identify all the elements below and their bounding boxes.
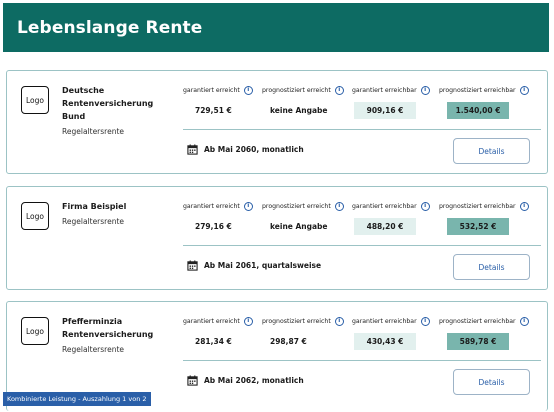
metric-label: prognostiziert erreicht: [262, 202, 331, 210]
metric-label: garantiert erreicht: [183, 86, 240, 94]
card-divider: [183, 360, 541, 361]
combined-benefit-badge: Kombinierte Leistung - Auszahlung 1 von …: [3, 392, 151, 406]
metric-value: keine Angabe: [270, 106, 328, 115]
metric-forecast-reachable: prognostiziert erreichbar i 589,78 €: [439, 314, 535, 350]
info-icon[interactable]: i: [519, 201, 529, 211]
info-icon[interactable]: i: [334, 201, 344, 211]
info-icon[interactable]: i: [420, 201, 430, 211]
page-header: Lebenslange Rente: [3, 3, 549, 52]
info-icon[interactable]: i: [420, 85, 430, 95]
payout-schedule: Ab Mai 2062, monatlich: [187, 375, 304, 386]
metric-label: garantiert erreichbar: [352, 86, 417, 94]
metric-forecast-reachable: prognostiziert erreichbar i 532,52 €: [439, 199, 535, 235]
calendar-icon: [187, 375, 198, 386]
metric-value: 1.540,00 €: [447, 102, 509, 119]
calendar-icon: [187, 144, 198, 155]
info-icon[interactable]: i: [519, 85, 529, 95]
pension-card: Logo Deutsche Rentenversicherung Bund Re…: [6, 70, 548, 174]
pension-type: Regelaltersrente: [62, 217, 125, 226]
provider-logo: Logo: [21, 202, 49, 230]
metric-label: prognostiziert erreichbar: [439, 317, 516, 325]
details-button[interactable]: Details: [453, 369, 530, 395]
info-icon[interactable]: i: [243, 85, 253, 95]
pension-card: Logo Firma Beispiel Regelaltersrente gar…: [6, 186, 548, 290]
schedule-text: Ab Mai 2062, monatlich: [204, 376, 304, 385]
metric-guaranteed-reachable: garantiert erreichbar i 430,43 €: [352, 314, 448, 350]
metric-value: 532,52 €: [447, 218, 509, 235]
metric-forecast-reached: prognostiziert erreicht i keine Angabe: [262, 199, 358, 235]
payout-schedule: Ab Mai 2061, quartalsweise: [187, 260, 321, 271]
metric-label: garantiert erreichbar: [352, 317, 417, 325]
metric-label: garantiert erreicht: [183, 317, 240, 325]
metric-label: prognostiziert erreicht: [262, 86, 331, 94]
metric-value: 589,78 €: [447, 333, 509, 350]
pension-type: Regelaltersrente: [62, 345, 125, 354]
calendar-icon: [187, 260, 198, 271]
payout-schedule: Ab Mai 2060, monatlich: [187, 144, 304, 155]
provider-info: Firma Beispiel Regelaltersrente: [62, 200, 172, 228]
metric-value: 298,87 €: [270, 337, 307, 346]
metric-forecast-reached: prognostiziert erreicht i keine Angabe: [262, 83, 358, 119]
provider-info: Deutsche Rentenversicherung Bund Regelal…: [62, 84, 172, 138]
schedule-text: Ab Mai 2060, monatlich: [204, 145, 304, 154]
metric-label: garantiert erreicht: [183, 202, 240, 210]
info-icon[interactable]: i: [420, 316, 430, 326]
metric-value: 430,43 €: [354, 333, 416, 350]
metric-label: prognostiziert erreichbar: [439, 202, 516, 210]
provider-logo: Logo: [21, 86, 49, 114]
provider-info: Pfefferminzia Rentenversicherung Regelal…: [62, 315, 172, 356]
card-divider: [183, 129, 541, 130]
metric-value: 909,16 €: [354, 102, 416, 119]
metric-value: 488,20 €: [354, 218, 416, 235]
metric-value: keine Angabe: [270, 222, 328, 231]
metric-guaranteed-reachable: garantiert erreichbar i 488,20 €: [352, 199, 448, 235]
page-title: Lebenslange Rente: [17, 17, 203, 38]
metric-forecast-reached: prognostiziert erreicht i 298,87 €: [262, 314, 358, 350]
details-button[interactable]: Details: [453, 138, 530, 164]
info-icon[interactable]: i: [519, 316, 529, 326]
info-icon[interactable]: i: [334, 85, 344, 95]
info-icon[interactable]: i: [334, 316, 344, 326]
card-divider: [183, 245, 541, 246]
metric-label: garantiert erreichbar: [352, 202, 417, 210]
info-icon[interactable]: i: [243, 316, 253, 326]
provider-name: Deutsche Rentenversicherung Bund: [62, 86, 154, 121]
provider-name: Firma Beispiel: [62, 202, 127, 211]
metric-label: prognostiziert erreicht: [262, 317, 331, 325]
details-button[interactable]: Details: [453, 254, 530, 280]
metric-guaranteed-reachable: garantiert erreichbar i 909,16 €: [352, 83, 448, 119]
provider-name: Pfefferminzia Rentenversicherung: [62, 317, 154, 339]
info-icon[interactable]: i: [243, 201, 253, 211]
metric-forecast-reachable: prognostiziert erreichbar i 1.540,00 €: [439, 83, 535, 119]
metric-label: prognostiziert erreichbar: [439, 86, 516, 94]
pension-type: Regelaltersrente: [62, 127, 125, 136]
provider-logo: Logo: [21, 317, 49, 345]
schedule-text: Ab Mai 2061, quartalsweise: [204, 261, 322, 270]
